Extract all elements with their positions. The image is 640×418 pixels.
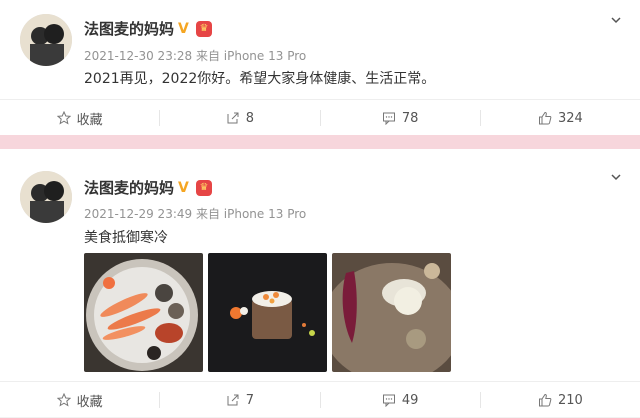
comment-icon (382, 394, 395, 407)
photo-grid (84, 253, 451, 372)
post-card: 法图麦的妈妈 V ♛ 2021-12-30 23:28 来自 iPhone 13… (0, 0, 640, 135)
comment-icon (382, 112, 395, 125)
like-button[interactable]: 210 (481, 382, 640, 418)
like-icon (538, 111, 552, 125)
post-meta: 2021-12-30 23:28 来自 iPhone 13 Pro (84, 47, 306, 64)
comment-count: 49 (401, 392, 419, 408)
post-toolbar: 收藏 7 49 210 (0, 381, 640, 418)
fav-button[interactable]: 收藏 (0, 382, 159, 418)
post-text: 美食抵御寒冷 (84, 230, 168, 246)
photo-seafood[interactable] (84, 253, 203, 372)
photo-dessert[interactable] (332, 253, 451, 372)
card-divider (0, 135, 640, 149)
post-time[interactable]: 2021-12-29 23:49 (84, 207, 192, 221)
photo-cake[interactable] (208, 253, 327, 372)
comment-count: 78 (401, 110, 419, 126)
fav-button[interactable]: 收藏 (0, 100, 159, 136)
post-time[interactable]: 2021-12-30 23:28 (84, 49, 192, 63)
user-name[interactable]: 法图麦的妈妈 V ♛ (84, 177, 213, 198)
share-icon (227, 112, 239, 124)
user-name[interactable]: 法图麦的妈妈 V ♛ (84, 18, 213, 39)
repost-count: 8 (245, 110, 255, 126)
repost-count: 7 (245, 392, 255, 408)
verified-icon: V (178, 179, 189, 196)
like-count: 210 (557, 392, 583, 408)
post-source: 来自 iPhone 13 Pro (195, 49, 307, 63)
like-icon (538, 393, 552, 407)
user-name-text[interactable]: 法图麦的妈妈 (84, 18, 174, 39)
chevron-down-icon[interactable] (610, 171, 622, 183)
like-button[interactable]: 324 (481, 100, 640, 136)
verified-icon: V (178, 20, 189, 37)
comment-button[interactable]: 49 (321, 382, 480, 418)
crown-icon: ♛ (196, 179, 213, 196)
share-icon (227, 394, 239, 406)
post-source: 来自 iPhone 13 Pro (195, 207, 307, 221)
star-icon (56, 393, 71, 407)
comment-button[interactable]: 78 (321, 100, 480, 136)
post-text: 2021再见，2022你好。希望大家身体健康、生活正常。 (84, 71, 436, 87)
post-meta: 2021-12-29 23:49 来自 iPhone 13 Pro (84, 205, 306, 222)
chevron-down-icon[interactable] (610, 14, 622, 26)
fav-label: 收藏 (76, 394, 103, 410)
like-count: 324 (557, 110, 583, 126)
crown-icon: ♛ (196, 20, 213, 37)
avatar[interactable] (20, 171, 72, 223)
post-card: 法图麦的妈妈 V ♛ 2021-12-29 23:49 来自 iPhone 13… (0, 149, 640, 417)
fav-label: 收藏 (76, 112, 103, 128)
avatar[interactable] (20, 14, 72, 66)
user-name-text[interactable]: 法图麦的妈妈 (84, 177, 174, 198)
post-toolbar: 收藏 8 78 324 (0, 99, 640, 136)
repost-button[interactable]: 7 (160, 382, 319, 418)
repost-button[interactable]: 8 (160, 100, 319, 136)
star-icon (56, 111, 71, 125)
